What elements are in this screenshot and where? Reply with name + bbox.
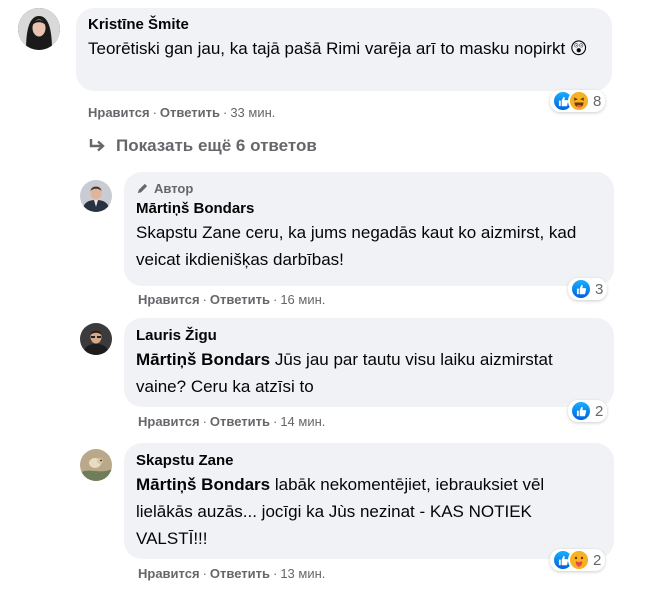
reaction-badge[interactable]: 2: [568, 400, 608, 422]
separator-dot: ·: [272, 414, 278, 429]
reaction-badge[interactable]: 2: [550, 549, 606, 571]
avatar-photo: [18, 8, 60, 50]
comment-text: Mārtiņš Bondars labāk nekomentējiet, ieb…: [136, 475, 545, 548]
reaction-count: 3: [595, 280, 604, 298]
timestamp[interactable]: 13 мин.: [280, 566, 325, 581]
comment-bubble: Kristīne Šmite Teorētiski gan jau, ka ta…: [76, 8, 612, 91]
reply-button[interactable]: Ответить: [210, 566, 270, 581]
like-reaction-icon: [570, 400, 592, 422]
avatar-photo: [80, 323, 112, 355]
separator-dot: ·: [222, 105, 228, 120]
reaction-count: 2: [595, 402, 604, 420]
comment-actions: Нравится · Ответить · 33 мин.: [88, 105, 275, 120]
comment-text: Teorētiski gan jau, ka tajā pašā Rimi va…: [88, 39, 588, 58]
reply-arrow-icon: [89, 139, 105, 152]
like-button[interactable]: Нравится: [138, 292, 200, 307]
timestamp[interactable]: 33 мин.: [230, 105, 275, 120]
separator-dot: ·: [202, 566, 207, 581]
mention-link[interactable]: Mārtiņš Bondars: [136, 475, 270, 494]
comment-text: Skapstu Zane ceru, ka jums negadās kaut …: [136, 223, 577, 269]
comment-bubble: Skapstu Zane Mārtiņš Bondars labāk nekom…: [124, 443, 614, 559]
avatar-photo: [80, 449, 112, 481]
reaction-badge[interactable]: 3: [568, 278, 608, 300]
astonished-emoji: 😲: [569, 39, 588, 58]
timestamp[interactable]: 14 мин.: [280, 414, 325, 429]
reply-button[interactable]: Ответить: [210, 414, 270, 429]
comment-actions: Нравится · Ответить · 13 мин.: [138, 566, 325, 581]
avatar[interactable]: [18, 8, 60, 50]
show-more-replies-button[interactable]: Показать ещё 6 ответов: [88, 136, 317, 156]
timestamp[interactable]: 16 мин.: [280, 292, 325, 307]
author-badge-label: Автор: [154, 181, 194, 196]
mention-link[interactable]: Mārtiņš Bondars: [136, 350, 270, 369]
reaction-count: 8: [593, 92, 602, 110]
comment-actions: Нравится · Ответить · 16 мин.: [138, 292, 325, 307]
comment-author[interactable]: Skapstu Zane: [136, 451, 602, 471]
haha-reaction-icon: [568, 90, 590, 112]
like-reaction-icon: [570, 278, 592, 300]
pencil-icon: [137, 183, 148, 194]
separator-dot: ·: [202, 414, 207, 429]
avatar[interactable]: [80, 180, 112, 212]
reply-button[interactable]: Ответить: [160, 105, 220, 120]
separator-dot: ·: [272, 292, 278, 307]
comment-bubble: Lauris Žigu Mārtiņš Bondars Jūs jau par …: [124, 318, 614, 407]
separator-dot: ·: [152, 105, 157, 120]
comment-author[interactable]: Kristīne Šmite: [88, 15, 600, 35]
comment-bubble: Автор Mārtiņš Bondars Skapstu Zane ceru,…: [124, 172, 614, 286]
reaction-badge[interactable]: 8: [550, 90, 606, 112]
avatar-photo: [80, 180, 112, 212]
care-reaction-icon: [568, 549, 590, 571]
like-button[interactable]: Нравится: [138, 414, 200, 429]
like-button[interactable]: Нравится: [138, 566, 200, 581]
comment-author[interactable]: Mārtiņš Bondars: [136, 199, 602, 219]
author-badge: Автор: [136, 181, 602, 196]
like-button[interactable]: Нравится: [88, 105, 150, 120]
comment-actions: Нравится · Ответить · 14 мин.: [138, 414, 325, 429]
show-more-label: Показать ещё 6 ответов: [116, 136, 317, 155]
comment-author[interactable]: Lauris Žigu: [136, 326, 602, 346]
reaction-count: 2: [593, 551, 602, 569]
avatar[interactable]: [80, 323, 112, 355]
comment-text: Mārtiņš Bondars Jūs jau par tautu visu l…: [136, 350, 553, 396]
separator-dot: ·: [272, 566, 278, 581]
avatar[interactable]: [80, 449, 112, 481]
reply-button[interactable]: Ответить: [210, 292, 270, 307]
separator-dot: ·: [202, 292, 207, 307]
